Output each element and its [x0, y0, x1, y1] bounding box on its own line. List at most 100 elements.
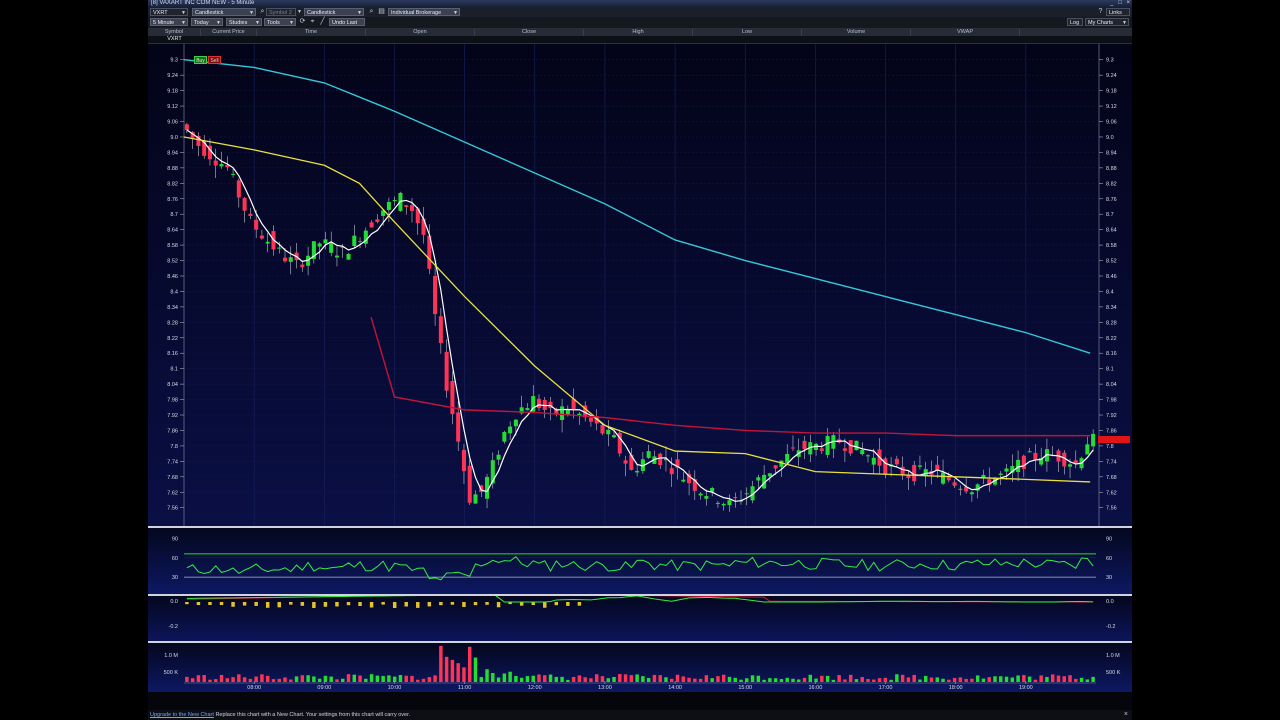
quote-header-time: Time: [257, 29, 366, 36]
close-icon[interactable]: ×: [1124, 710, 1128, 720]
chevron-down-icon: ▼: [453, 10, 458, 16]
print-icon[interactable]: ▤: [377, 8, 386, 16]
volume-bar: [190, 678, 195, 682]
time-tick-label: 09:00: [317, 685, 331, 691]
candle-up: [756, 477, 761, 481]
rsi-chart[interactable]: 90 90 60 60 30 30: [148, 528, 1132, 594]
volume-bar: [566, 679, 570, 682]
volume-bar: [433, 675, 437, 682]
volume-bar: [600, 676, 605, 682]
draw-line-icon[interactable]: ╱: [318, 18, 327, 26]
chart-style-value: Candlestick: [195, 10, 224, 16]
candle-up: [1027, 451, 1032, 453]
close-button[interactable]: ×: [1126, 0, 1130, 6]
upgrade-chart-link[interactable]: Upgrade to the New Chart: [150, 712, 214, 718]
price-tick-label: 7.62: [1106, 490, 1117, 496]
yellow-moving-average: [183, 136, 1091, 483]
volume-bar: [958, 677, 963, 682]
undo-last-button[interactable]: Undo Last: [329, 18, 365, 26]
volume-bar: [698, 678, 703, 682]
sell-button[interactable]: Sell: [208, 56, 221, 64]
minimize-button[interactable]: _: [1110, 0, 1113, 6]
volume-bar: [675, 674, 680, 682]
account-select[interactable]: Individual Brokerage ▼: [388, 8, 460, 16]
volume-bar: [820, 675, 824, 682]
volume-bar: [768, 678, 772, 682]
volume-bar: [629, 675, 634, 682]
price-axis-right: 9.3 9.24 9.18 9.12 9.06 9.0 8.94 8.88 8.82 8.76 8.…: [1099, 58, 1117, 512]
chevron-down-icon: ▼: [181, 20, 186, 26]
range-select[interactable]: Today ▼: [191, 18, 223, 26]
chart-style-select[interactable]: Candlestick ▼: [192, 8, 256, 16]
volume-bar: [358, 675, 362, 682]
crosshair-icon[interactable]: ⌖: [308, 18, 317, 26]
log-button[interactable]: Log: [1067, 18, 1083, 26]
volume-bar: [1045, 676, 1049, 682]
price-tick-label: 8.4: [170, 289, 178, 295]
candle-down: [259, 235, 264, 239]
price-tick-label: 9.24: [1106, 73, 1117, 79]
macd-histogram-bar: [231, 602, 235, 607]
volume-bar: [1074, 678, 1078, 682]
volume-bar: [895, 674, 899, 682]
volume-bar: [537, 674, 541, 682]
volume-bar: [196, 675, 201, 682]
price-chart[interactable]: 9.3 9.24 9.18 9.12 9.06 9.0 8.94 8.88 8.82 8.76 8.…: [148, 44, 1132, 526]
price-tick-label: 9.12: [1106, 104, 1117, 110]
macd-chart[interactable]: 0.0 0.0 -0.2 -0.2: [148, 579, 1132, 641]
window-controls: _ □ ×: [1107, 0, 1130, 7]
candle-up: [1091, 433, 1096, 447]
chevron-down-icon: ▼: [289, 20, 294, 26]
refresh-icon[interactable]: ⟳: [298, 18, 307, 26]
volume-bar: [231, 677, 235, 682]
volume-chart[interactable]: 08:00 09:00 10:00 11:00 12:00 13:00 14:00 15:00…: [148, 643, 1132, 692]
candle-up: [969, 492, 974, 495]
volume-bar: [791, 678, 795, 682]
volume-bar: [681, 676, 686, 682]
quote-value-low: [693, 36, 802, 43]
macd-histogram: [185, 602, 582, 608]
volume-bar: [693, 678, 697, 682]
volume-bar: [237, 674, 241, 682]
volume-bar: [364, 678, 368, 682]
studies-menu[interactable]: Studies ▼: [226, 18, 262, 26]
links-button[interactable]: Links: [1106, 8, 1130, 16]
candle-up: [744, 493, 749, 495]
price-pane[interactable]: 9.3 9.24 9.18 9.12 9.06 9.0 8.94 8.88 8.82 8.76 8.…: [148, 44, 1132, 526]
tools-menu[interactable]: Tools ▼: [264, 18, 296, 26]
interval-select[interactable]: 5 Minute ▼: [150, 18, 188, 26]
chevron-down-icon[interactable]: ▼: [295, 8, 304, 16]
chart-style2-select[interactable]: Candlestick ▼: [304, 8, 364, 16]
macd-histogram-bar: [496, 602, 501, 608]
volume-bar: [739, 679, 743, 682]
candle-down: [894, 458, 899, 465]
help-icon[interactable]: ?: [1096, 8, 1105, 16]
my-charts-menu[interactable]: My Charts ▼: [1085, 18, 1129, 26]
price-tick-label: 8.1: [170, 367, 178, 373]
volume-bar: [439, 646, 443, 682]
macd-histogram-bar: [277, 602, 281, 608]
macd-histogram-bar: [208, 602, 212, 606]
price-tick-label: 7.86: [1106, 428, 1117, 434]
volume-bar: [248, 678, 253, 682]
volume-bar: [312, 676, 316, 682]
symbol2-input[interactable]: Symbol 2: [266, 8, 296, 16]
candle-down: [358, 240, 363, 242]
volume-bar: [1022, 674, 1026, 682]
volume-bar: [594, 674, 599, 682]
volume-bar: [392, 676, 397, 682]
price-tick-label: 8.16: [167, 351, 178, 357]
maximize-button[interactable]: □: [1118, 0, 1122, 6]
volume-bar: [704, 675, 709, 682]
volume-bar: [219, 674, 224, 682]
rsi-pane[interactable]: 90 90 60 60 30 30: [148, 526, 1132, 594]
candle-up: [525, 408, 530, 411]
macd-pane[interactable]: 0.0 0.0 -0.2 -0.2: [148, 579, 1132, 641]
buy-button[interactable]: Buy: [194, 56, 207, 64]
volume-pane[interactable]: 08:00 09:00 10:00 11:00 12:00 13:00 14:00 15:00…: [148, 641, 1132, 692]
candle-up: [715, 502, 720, 504]
symbol-input[interactable]: VXRT ▼: [150, 8, 188, 16]
search-icon[interactable]: ⌕: [367, 8, 376, 16]
volume-bar: [952, 677, 957, 682]
volume-bar: [450, 659, 455, 682]
